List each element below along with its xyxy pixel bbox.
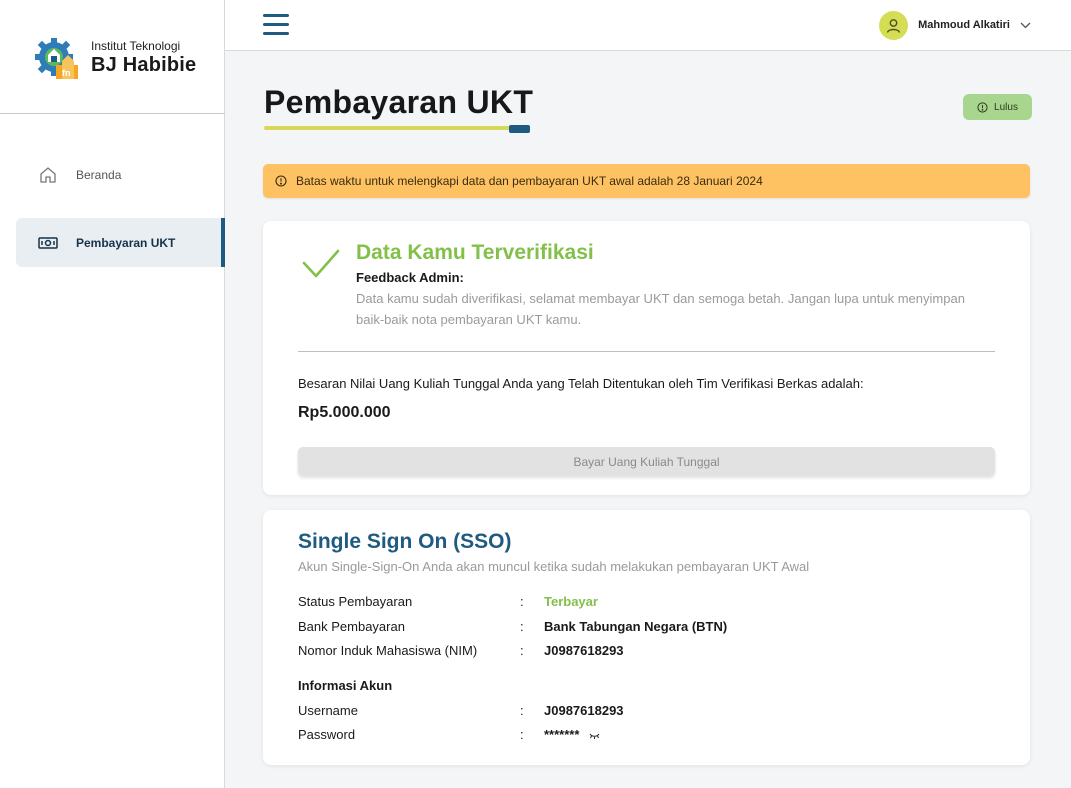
eye-closed-icon[interactable] (589, 728, 600, 743)
checkmark-icon (302, 249, 340, 278)
status-badge: Lulus (963, 94, 1032, 120)
nim-value: J0987618293 (544, 643, 624, 658)
page-title: Pembayaran UKT (264, 84, 534, 120)
hamburger-icon[interactable] (263, 14, 289, 36)
verification-card: Data Kamu Terverifikasi Feedback Admin: … (263, 221, 1030, 495)
sidebar-item-label: Beranda (76, 167, 122, 182)
user-menu[interactable]: Mahmoud Alkatiri (879, 10, 1031, 40)
separator: : (520, 619, 524, 634)
top-bar: Mahmoud Alkatiri (225, 0, 1071, 51)
divider (298, 351, 995, 352)
sidebar-item-label: Pembayaran UKT (76, 235, 176, 250)
title-underline (264, 126, 510, 130)
status-badge-label: Lulus (994, 101, 1018, 113)
info-label: Status Pembayaran (298, 594, 413, 609)
payment-status-value: Terbayar (544, 594, 598, 609)
nominal-label: Besaran Nilai Uang Kuliah Tunggal Anda y… (298, 376, 864, 391)
sso-card: Single Sign On (SSO) Akun Single-Sign-On… (263, 510, 1030, 765)
brand-line1: Institut Teknologi (91, 38, 181, 53)
info-label: Nomor Induk Mahasiswa (NIM) (298, 643, 478, 658)
user-name: Mahmoud Alkatiri (918, 19, 1010, 31)
separator: : (520, 703, 524, 718)
svg-text:fn: fn (62, 68, 71, 78)
chevron-down-icon (1020, 22, 1031, 28)
verification-title: Data Kamu Terverifikasi (356, 241, 594, 264)
sidebar: fn Institut Teknologi BJ Habibie Beranda… (0, 0, 225, 788)
separator: : (520, 643, 524, 658)
nominal-value: Rp5.000.000 (298, 404, 391, 421)
feedback-label: Feedback Admin: (356, 270, 464, 285)
bank-value: Bank Tabungan Negara (BTN) (544, 619, 728, 634)
brand-line2: BJ Habibie (91, 53, 197, 76)
title-underline-accent (509, 125, 530, 133)
pay-ukt-button[interactable]: Bayar Uang Kuliah Tunggal (298, 447, 995, 476)
sidebar-item-beranda[interactable]: Beranda (16, 150, 225, 199)
sso-subtitle: Akun Single-Sign-On Anda akan muncul ket… (298, 559, 810, 574)
info-label: Username (298, 703, 358, 718)
info-label: Password (298, 727, 356, 742)
username-value: J0987618293 (544, 703, 624, 718)
sso-title: Single Sign On (SSO) (298, 530, 512, 553)
info-label: Bank Pembayaran (298, 619, 405, 634)
sidebar-divider (0, 113, 225, 114)
account-heading: Informasi Akun (298, 678, 393, 693)
info-icon (977, 101, 988, 113)
separator: : (520, 594, 524, 609)
info-icon (275, 175, 287, 187)
deadline-alert: Batas waktu untuk melengkapi data dan pe… (263, 164, 1030, 198)
logo[interactable]: fn Institut Teknologi BJ Habibie (34, 34, 196, 80)
feedback-text: Data kamu sudah diverifikasi, selamat me… (356, 291, 965, 327)
user-avatar-icon (879, 10, 909, 40)
password-value: ******* (544, 727, 580, 742)
money-icon (38, 233, 58, 253)
sidebar-item-pembayaran-ukt[interactable]: Pembayaran UKT (16, 218, 225, 267)
home-icon (38, 165, 58, 185)
itbj-logo-icon: fn (35, 38, 78, 79)
alert-text: Batas waktu untuk melengkapi data dan pe… (296, 174, 763, 188)
password-field: ******* (544, 727, 600, 743)
separator: : (520, 727, 524, 742)
